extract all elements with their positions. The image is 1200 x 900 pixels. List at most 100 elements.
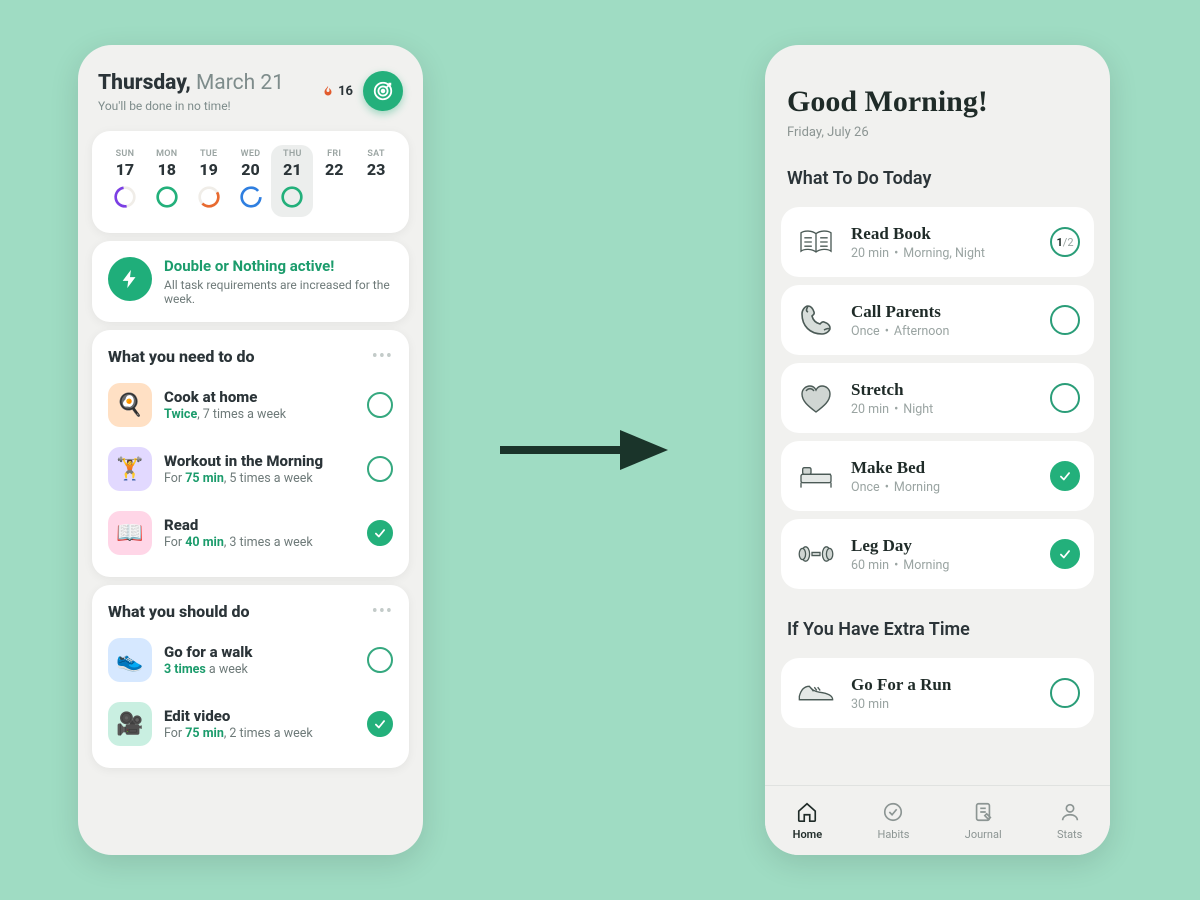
target-button[interactable] xyxy=(363,71,403,111)
tab-habits[interactable]: Habits xyxy=(877,801,909,841)
habit-card[interactable]: Stretch 20 min•Night xyxy=(781,363,1094,433)
week-card: SUN 17 MON 18 TUE 19 WED 20 THU 21 FRI 2… xyxy=(92,131,409,233)
day-cell[interactable]: WED 20 xyxy=(230,145,272,217)
day-abbrev: TUE xyxy=(188,149,230,159)
date: Friday, July 26 xyxy=(787,125,1088,140)
day-number: 21 xyxy=(271,160,313,179)
task-thumb: 🍳 xyxy=(108,383,152,427)
habit-meta: 60 min•Morning xyxy=(851,558,1036,573)
day-number: 22 xyxy=(313,160,355,179)
task-meta: 3 times a week xyxy=(164,662,355,677)
habit-meta: 30 min xyxy=(851,697,1036,712)
day-abbrev: WED xyxy=(230,149,272,159)
tab-home[interactable]: Home xyxy=(793,801,823,841)
bolt-icon xyxy=(108,257,152,301)
check-circle[interactable] xyxy=(367,711,393,737)
banner-sub: All task requirements are increased for … xyxy=(164,278,393,306)
habit-name: Leg Day xyxy=(851,536,1036,556)
day-number: 23 xyxy=(355,160,397,179)
day-name: Thursday, xyxy=(98,71,191,95)
day-cell[interactable]: TUE 19 xyxy=(188,145,230,217)
task-meta: For 75 min, 5 times a week xyxy=(164,471,355,486)
dumbbell-icon xyxy=(795,533,837,575)
habit-name: Read Book xyxy=(851,224,1036,244)
need-title: What you need to do xyxy=(108,347,255,366)
habit-name: Call Parents xyxy=(851,302,1036,322)
task-meta: Twice, 7 times a week xyxy=(164,407,355,422)
day-cell[interactable]: MON 18 xyxy=(146,145,188,217)
day-abbrev: SAT xyxy=(355,149,397,159)
check-circle[interactable] xyxy=(1050,539,1080,569)
task-name: Edit video xyxy=(164,707,355,725)
heart-icon xyxy=(795,377,837,419)
tab-label: Habits xyxy=(877,828,909,841)
task-row[interactable]: 🍳 Cook at home Twice, 7 times a week xyxy=(92,373,409,437)
target-icon xyxy=(372,80,394,102)
tab-label: Stats xyxy=(1057,828,1082,841)
habit-card[interactable]: Go For a Run 30 min xyxy=(781,658,1094,728)
task-meta: For 40 min, 3 times a week xyxy=(164,535,355,550)
task-name: Go for a walk xyxy=(164,643,355,661)
task-row[interactable]: 🎥 Edit video For 75 min, 2 times a week xyxy=(92,692,409,756)
streak-counter[interactable]: 16 xyxy=(322,84,353,99)
check-circle[interactable] xyxy=(1050,383,1080,413)
need-card: What you need to do ••• 🍳 Cook at home T… xyxy=(92,330,409,577)
check-circle[interactable] xyxy=(367,392,393,418)
habit-card[interactable]: Make Bed Once•Morning xyxy=(781,441,1094,511)
check-circle[interactable] xyxy=(1050,305,1080,335)
month-day: March 21 xyxy=(196,71,284,95)
extra-title: If You Have Extra Time xyxy=(765,597,1110,650)
more-icon[interactable]: ••• xyxy=(372,346,393,367)
task-row[interactable]: 👟 Go for a walk 3 times a week xyxy=(92,628,409,692)
task-thumb: 📖 xyxy=(108,511,152,555)
habit-meta: 20 min•Morning, Night xyxy=(851,246,1036,261)
day-cell[interactable]: FRI 22 xyxy=(313,145,355,217)
right-phone: Good Morning! Friday, July 26 What To Do… xyxy=(765,45,1110,855)
day-number: 17 xyxy=(104,160,146,179)
check-circle[interactable] xyxy=(367,456,393,482)
task-name: Workout in the Morning xyxy=(164,452,355,470)
tab-stats[interactable]: Stats xyxy=(1057,801,1082,841)
check-circle[interactable] xyxy=(1050,678,1080,708)
task-row[interactable]: 🏋️ Workout in the Morning For 75 min, 5 … xyxy=(92,437,409,501)
streak-value: 16 xyxy=(338,84,353,99)
day-cell[interactable]: SUN 17 xyxy=(104,145,146,217)
habit-meta: 20 min•Night xyxy=(851,402,1036,417)
progress-circle[interactable]: 1/2 xyxy=(1050,227,1080,257)
shoe-icon xyxy=(795,672,837,714)
task-row[interactable]: 📖 Read For 40 min, 3 times a week xyxy=(92,501,409,565)
check-circle[interactable] xyxy=(1050,461,1080,491)
should-card: What you should do ••• 👟 Go for a walk 3… xyxy=(92,585,409,768)
home-icon xyxy=(796,801,818,826)
habit-meta: Once•Afternoon xyxy=(851,324,1036,339)
check-circle[interactable] xyxy=(367,520,393,546)
arrow-icon xyxy=(490,420,680,484)
habit-card[interactable]: Read Book 20 min•Morning, Night 1/2 xyxy=(781,207,1094,277)
more-icon[interactable]: ••• xyxy=(372,601,393,622)
header: Good Morning! Friday, July 26 xyxy=(765,45,1110,146)
tab-label: Home xyxy=(793,828,823,841)
habit-card[interactable]: Call Parents Once•Afternoon xyxy=(781,285,1094,355)
tab-bar: Home Habits Journal Stats xyxy=(765,785,1110,855)
flame-icon xyxy=(322,85,334,97)
task-name: Read xyxy=(164,516,355,534)
banner-title: Double or Nothing active! xyxy=(164,257,393,275)
day-cell[interactable]: THU 21 xyxy=(271,145,313,217)
tab-label: Journal xyxy=(965,828,1002,841)
should-title: What you should do xyxy=(108,602,250,621)
day-abbrev: MON xyxy=(146,149,188,159)
day-cell[interactable]: SAT 23 xyxy=(355,145,397,217)
check-circle[interactable] xyxy=(367,647,393,673)
greeting: Good Morning! xyxy=(787,85,1088,119)
banner-card[interactable]: Double or Nothing active! All task requi… xyxy=(92,241,409,322)
task-thumb: 👟 xyxy=(108,638,152,682)
habit-card[interactable]: Leg Day 60 min•Morning xyxy=(781,519,1094,589)
habits-icon xyxy=(882,801,904,826)
day-number: 20 xyxy=(230,160,272,179)
task-thumb: 🎥 xyxy=(108,702,152,746)
book-icon xyxy=(795,221,837,263)
habit-name: Make Bed xyxy=(851,458,1036,478)
tab-journal[interactable]: Journal xyxy=(965,801,1002,841)
subtitle: You'll be done in no time! xyxy=(98,99,284,113)
journal-icon xyxy=(972,801,994,826)
